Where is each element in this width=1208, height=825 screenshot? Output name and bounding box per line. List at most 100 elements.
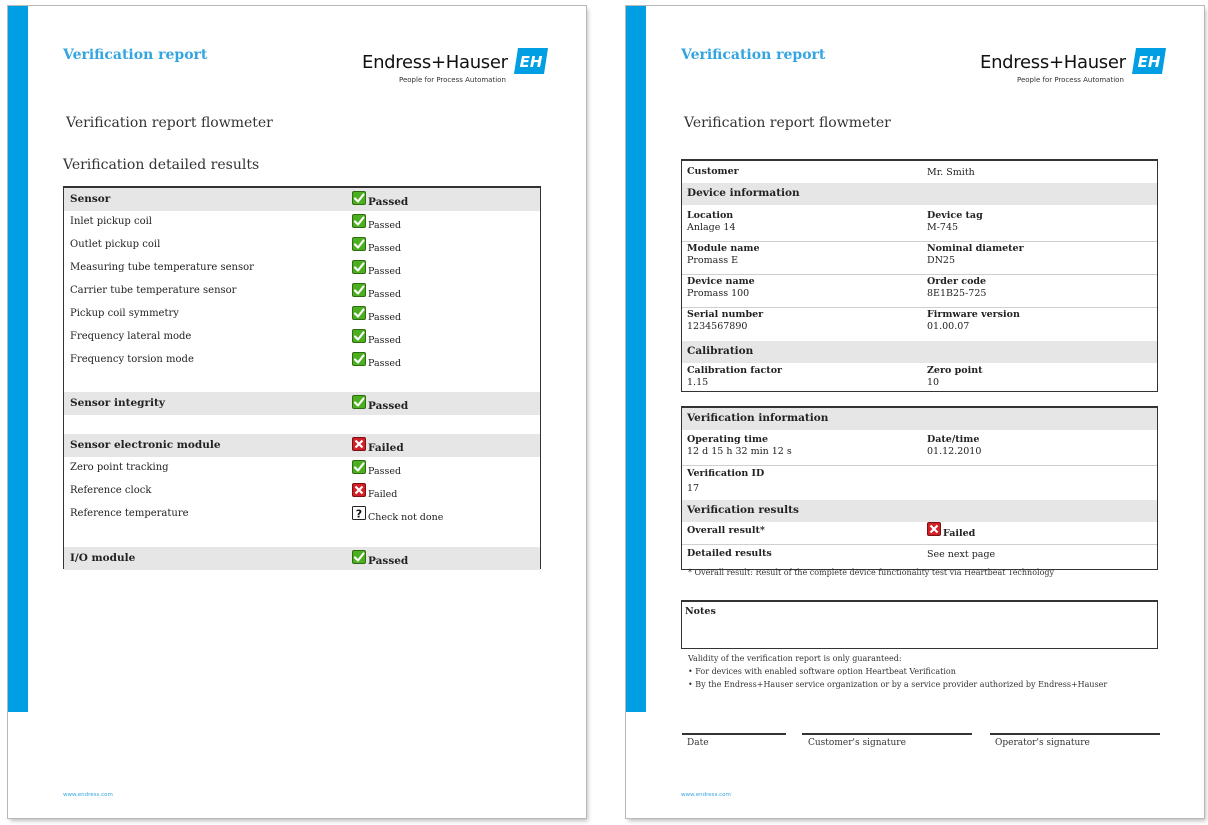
result-status-text: Failed bbox=[368, 442, 404, 454]
result-status-text: Failed bbox=[368, 489, 398, 500]
verification-results-header: Verification results bbox=[682, 500, 1157, 522]
result-status: Passed bbox=[352, 283, 401, 300]
result-row: Inlet pickup coil Passed bbox=[64, 211, 540, 234]
result-status-text: Passed bbox=[368, 400, 409, 412]
field-device-tag: Device tag M-745 bbox=[927, 210, 983, 233]
result-status-text: Passed bbox=[368, 466, 402, 477]
result-row: Outlet pickup coil Passed bbox=[64, 234, 540, 257]
divider bbox=[682, 274, 1157, 275]
result-status-text: Passed bbox=[368, 555, 409, 567]
result-status-text: Passed bbox=[368, 266, 402, 277]
result-status-text: Passed bbox=[368, 220, 402, 231]
customer-value: Mr. Smith bbox=[927, 167, 975, 178]
result-row: Sensor electronic module Failed bbox=[64, 434, 540, 457]
divider bbox=[682, 465, 1157, 466]
result-status: Passed bbox=[352, 191, 409, 208]
result-label: Frequency torsion mode bbox=[70, 354, 194, 365]
result-row: Pickup coil symmetry Passed bbox=[64, 303, 540, 326]
svg-text:EH: EH bbox=[520, 53, 543, 71]
validity-item: • By the Endress+Hauser service organiza… bbox=[688, 680, 1108, 689]
result-row: Frequency lateral mode Passed bbox=[64, 326, 540, 349]
eh-logo-icon: EH bbox=[1132, 48, 1166, 74]
result-row: Frequency torsion mode Passed bbox=[64, 349, 540, 372]
result-label: Pickup coil symmetry bbox=[70, 308, 179, 319]
result-status: Passed bbox=[352, 329, 402, 346]
section-title: Verification detailed results bbox=[63, 157, 260, 173]
result-label: Inlet pickup coil bbox=[70, 216, 153, 227]
verification-information-header: Verification information bbox=[682, 408, 1157, 430]
cross-icon bbox=[352, 483, 366, 497]
result-status-text: Passed bbox=[368, 196, 409, 208]
result-label: Reference temperature bbox=[70, 508, 189, 519]
header-title: Verification report bbox=[681, 47, 826, 63]
field-serial-number: Serial number 1234567890 bbox=[687, 309, 764, 332]
field-firmware-version: Firmware version 01.00.07 bbox=[927, 309, 1020, 332]
result-label: Sensor bbox=[70, 193, 111, 205]
brand-logo: Endress+Hauser People for Process Automa… bbox=[980, 48, 1170, 92]
result-label: Measuring tube temperature sensor bbox=[70, 262, 254, 273]
verification-info-table: Verification information Operating time 1… bbox=[681, 406, 1158, 570]
signature-label-operator: Operator's signature bbox=[995, 738, 1090, 748]
field-date-time: Date/time 01.12.2010 bbox=[927, 434, 982, 457]
signature-line-operator bbox=[990, 733, 1160, 735]
result-label: Zero point tracking bbox=[70, 462, 169, 473]
field-device-name: Device name Promass 100 bbox=[687, 276, 755, 299]
result-status-text: Passed bbox=[368, 358, 402, 369]
divider bbox=[682, 544, 1157, 545]
field-verification-id: Verification ID 17 bbox=[687, 468, 765, 494]
check-icon bbox=[352, 460, 366, 474]
result-status: Passed bbox=[352, 395, 409, 412]
detailed-results-table: Sensor Passed Inlet pickup coil Passed Outle… bbox=[63, 186, 541, 570]
result-status: Passed bbox=[352, 214, 402, 231]
signature-line-date bbox=[682, 733, 786, 735]
brand-wordmark: Endress+Hauser bbox=[980, 52, 1126, 73]
result-status: Passed bbox=[352, 550, 409, 567]
result-row: Reference temperature? Check not done bbox=[64, 503, 540, 526]
result-status: Failed bbox=[352, 483, 398, 500]
check-icon bbox=[352, 214, 366, 228]
customer-label: Customer bbox=[687, 166, 739, 177]
header-title: Verification report bbox=[63, 47, 208, 63]
result-row: Carrier tube temperature sensor Passed bbox=[64, 280, 540, 303]
footer-url[interactable]: www.endress.com bbox=[681, 792, 731, 798]
result-status: ? Check not done bbox=[352, 506, 444, 523]
cross-icon bbox=[352, 437, 366, 451]
check-icon bbox=[352, 352, 366, 366]
signature-line-customer bbox=[802, 733, 972, 735]
signature-label-customer: Customer's signature bbox=[808, 738, 906, 748]
field-nominal-diameter: Nominal diameter DN25 bbox=[927, 243, 1024, 266]
footer-url[interactable]: www.endress.com bbox=[63, 792, 113, 798]
notes-label: Notes bbox=[685, 606, 716, 617]
question-icon: ? bbox=[352, 506, 366, 520]
overall-result-status: Failed bbox=[927, 522, 975, 539]
check-icon bbox=[352, 306, 366, 320]
field-operating-time: Operating time 12 d 15 h 32 min 12 s bbox=[687, 434, 792, 457]
result-status: Passed bbox=[352, 237, 402, 254]
brand-tagline: People for Process Automation bbox=[399, 76, 506, 84]
result-status-text: Passed bbox=[368, 335, 402, 346]
validity-item: • For devices with enabled software opti… bbox=[688, 667, 956, 675]
detailed-results-value: See next page bbox=[927, 549, 996, 560]
accent-stripe bbox=[8, 6, 28, 712]
result-row: Zero point tracking Passed bbox=[64, 457, 540, 480]
result-label: Outlet pickup coil bbox=[70, 239, 161, 250]
device-information-header: Device information bbox=[682, 183, 1157, 205]
result-status: Failed bbox=[352, 437, 404, 454]
document-title: Verification report flowmeter bbox=[66, 115, 273, 131]
overall-result-label: Overall result* bbox=[687, 525, 765, 536]
result-row: Sensor integrity Passed bbox=[64, 392, 540, 415]
field-calibration-factor: Calibration factor 1.15 bbox=[687, 365, 783, 388]
result-status-text: Check not done bbox=[368, 512, 444, 523]
field-module-name: Module name Promass E bbox=[687, 243, 760, 266]
check-icon bbox=[352, 395, 366, 409]
result-status-text: Passed bbox=[368, 243, 402, 254]
result-row: Measuring tube temperature sensor Passed bbox=[64, 257, 540, 280]
validity-intro: Validity of the verification report is o… bbox=[688, 654, 902, 663]
report-page-summary: Verification report Endress+Hauser Peopl… bbox=[626, 6, 1204, 818]
result-label: Carrier tube temperature sensor bbox=[70, 285, 237, 296]
result-row: Reference clock Failed bbox=[64, 480, 540, 503]
calibration-header: Calibration bbox=[682, 341, 1157, 363]
result-row: Sensor Passed bbox=[64, 188, 540, 211]
detailed-results-label: Detailed results bbox=[687, 548, 772, 559]
field-zero-point: Zero point 10 bbox=[927, 365, 983, 388]
